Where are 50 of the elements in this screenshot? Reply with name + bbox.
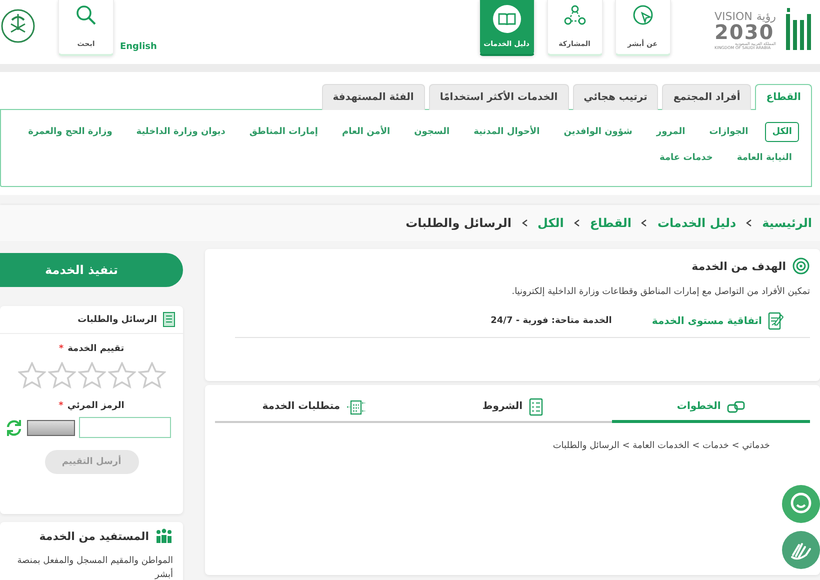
signed-document-icon (768, 311, 784, 331)
linked-squares-icon (726, 400, 745, 414)
captcha-input[interactable] (79, 417, 171, 438)
people-icon (155, 528, 173, 544)
steps-text: خدماتي > خدمات > الخدمات العامة > الرسائل والطلبات (552, 441, 770, 451)
sector-tab[interactable]: القطاع (755, 84, 812, 110)
breadcrumb-link[interactable]: الرئيسية (762, 216, 812, 230)
book-icon (492, 4, 522, 34)
chevron-icon (746, 219, 752, 227)
sector-tab[interactable]: أفراد المجتمع (662, 84, 752, 110)
beneficiary-text: المواطن والمقيم المسجل والمفعل بمنصة أبشر (16, 555, 173, 580)
breadcrumb-link[interactable]: القطاع (590, 216, 632, 230)
details-tab[interactable]: الخطوات (612, 393, 810, 423)
captcha-label: الرمز المرئي * (58, 401, 124, 411)
execute-service-button[interactable]: تنفيذ الخدمة (0, 253, 183, 287)
star-icon[interactable] (138, 362, 166, 389)
language-link[interactable]: English (120, 42, 157, 52)
page-title: الرسائل والطلبات (406, 216, 512, 230)
star-icon[interactable] (48, 362, 76, 389)
rating-label: تقييم الخدمة * (58, 344, 124, 354)
goal-title: الهدف من الخدمة (692, 260, 786, 272)
goal-text: تمكين الأفراد من التواصل مع إمارات المناطق وقطاعات وزارة الداخلية إلكترونيا. (510, 287, 810, 297)
service-name: الرسائل والطلبات (78, 314, 157, 324)
sector-tab[interactable]: الفئة المستهدفة (322, 84, 425, 110)
checklist-icon (528, 398, 543, 416)
refresh-icon[interactable] (5, 418, 23, 436)
breadcrumb-link[interactable]: الكل (538, 216, 564, 230)
star-icon[interactable] (18, 362, 46, 389)
search-icon (75, 4, 97, 26)
star-rating[interactable] (18, 362, 166, 389)
details-tab[interactable]: الشروط (413, 393, 612, 423)
chevron-icon (641, 219, 648, 227)
details-tab[interactable]: متطلبات الخدمة (215, 393, 414, 423)
sector-tab[interactable]: ترتيب هجائي (572, 84, 658, 110)
beneficiary-title: المستفيد من الخدمة (39, 530, 149, 542)
cursor-icon (632, 4, 654, 26)
breadcrumb-link[interactable]: دليل الخدمات (657, 216, 736, 230)
share-icon (562, 4, 587, 26)
sector-tab[interactable]: الخدمات الأكثر استخدامًا (428, 84, 569, 110)
chevron-icon (574, 219, 580, 227)
star-icon[interactable] (78, 362, 106, 389)
availability-text: الخدمة متاحة: فورية - 24/7 (490, 316, 612, 326)
captcha-image (27, 420, 75, 436)
filter-chip[interactable]: الكل (765, 122, 799, 142)
sla-label: اتفاقية مستوى الخدمة (652, 316, 762, 326)
document-icon (346, 398, 366, 416)
star-icon[interactable] (108, 362, 136, 389)
target-icon (792, 257, 810, 275)
chevron-icon (522, 219, 528, 227)
document-icon (163, 312, 175, 327)
